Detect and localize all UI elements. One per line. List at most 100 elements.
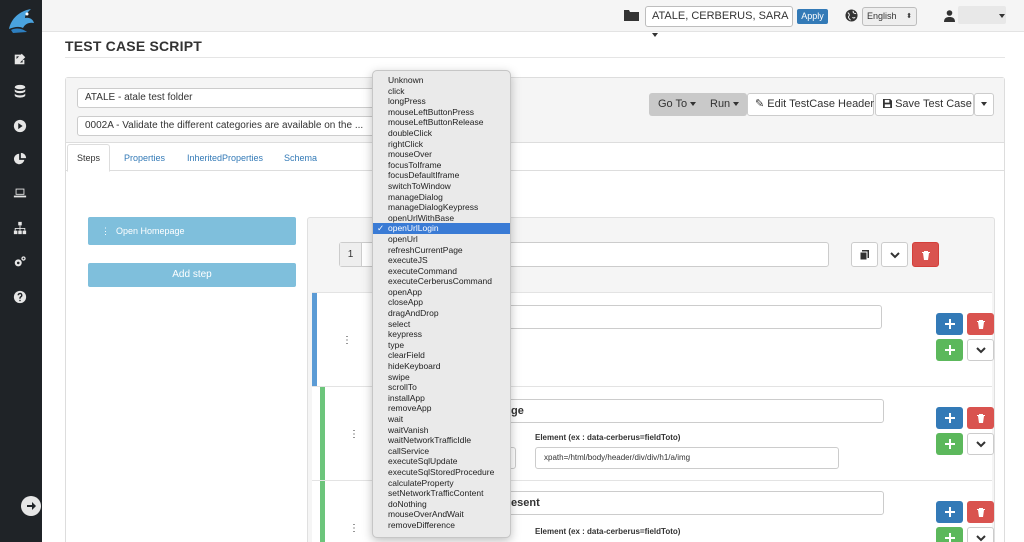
action-description-input[interactable]: ge [502, 399, 884, 423]
tab-properties[interactable]: Properties [124, 153, 165, 163]
action-type-dropdown[interactable]: Unknown click longPress mouseLeftButtonPres… [372, 70, 511, 538]
system-select[interactable]: ATALE, CERBERUS, SARA [645, 6, 793, 38]
add-action-button[interactable] [936, 527, 963, 542]
add-control-button[interactable] [936, 501, 963, 523]
action-option[interactable]: mouseOverAndWait [373, 509, 510, 520]
drag-handle-icon[interactable]: ⋮ [349, 523, 359, 534]
action-option[interactable]: installApp [373, 393, 510, 404]
delete-action-button[interactable] [967, 501, 994, 523]
action-option[interactable]: ✓ openUrlLogin [373, 223, 510, 234]
action-option[interactable]: openUrl [373, 234, 510, 245]
action-option[interactable]: hideKeyboard [373, 361, 510, 372]
action-option[interactable]: mouseLeftButtonRelease [373, 117, 510, 128]
expand-action-button[interactable] [967, 339, 994, 361]
action-option[interactable]: focusToIframe [373, 160, 510, 171]
action-option[interactable]: doNothing [373, 499, 510, 510]
testcase-select[interactable]: 0002A - Validate the different categorie… [77, 116, 375, 136]
edit-testcase-header-button[interactable]: ✎ Edit TestCase Header [747, 93, 874, 116]
action-option[interactable]: focusDefaultIframe [373, 170, 510, 181]
action-option[interactable]: mouseLeftButtonPress [373, 107, 510, 118]
expand-action-button[interactable] [967, 527, 994, 542]
action-description-input[interactable] [502, 305, 882, 329]
tab-steps[interactable]: Steps [67, 144, 111, 172]
action-option[interactable]: calculateProperty [373, 478, 510, 489]
action-option[interactable]: setNetworkTrafficContent [373, 488, 510, 499]
action-option[interactable]: waitVanish [373, 425, 510, 436]
action-option[interactable]: closeApp [373, 297, 510, 308]
apply-button[interactable]: Apply [797, 9, 828, 24]
trash-icon [976, 320, 985, 329]
sitemap-icon[interactable] [11, 219, 29, 237]
action-option[interactable]: rightClick [373, 139, 510, 150]
action-option[interactable]: manageDialogKeypress [373, 202, 510, 213]
action-option[interactable]: mouseOver [373, 149, 510, 160]
delete-action-button[interactable] [967, 313, 994, 335]
language-select[interactable]: English ⬍ [862, 7, 917, 26]
action-option[interactable]: swipe [373, 372, 510, 383]
delete-action-button[interactable] [967, 407, 994, 429]
action-option[interactable]: manageDialog [373, 192, 510, 203]
save-options-button[interactable] [974, 93, 994, 116]
add-step-button[interactable]: Add step [88, 263, 296, 287]
goto-button[interactable]: Go To [658, 93, 697, 116]
folder-select[interactable]: ATALE - atale test folder [77, 88, 375, 108]
action-option-label: openUrlLogin [388, 223, 439, 234]
action-option[interactable]: executeJS [373, 255, 510, 266]
save-test-case-button[interactable]: Save Test Case [875, 93, 974, 116]
help-icon[interactable] [11, 288, 29, 306]
element-input[interactable]: xpath=/html/body/header/div/div/h1/a/img [535, 447, 839, 469]
action-option[interactable]: waitNetworkTrafficIdle [373, 435, 510, 446]
add-action-button[interactable] [936, 433, 963, 455]
add-control-button[interactable] [936, 407, 963, 429]
drag-handle-icon[interactable]: ⋮ [342, 335, 352, 346]
action-option[interactable]: type [373, 340, 510, 351]
action-option[interactable]: executeSqlUpdate [373, 456, 510, 467]
action-option-label: hideKeyboard [388, 361, 441, 372]
copy-step-button[interactable] [851, 242, 878, 267]
run-button[interactable]: Run [710, 93, 740, 116]
action-option[interactable]: executeSqlStoredProcedure [373, 467, 510, 478]
action-option[interactable]: wait [373, 414, 510, 425]
action-option[interactable]: clearField [373, 350, 510, 361]
action-option[interactable]: openApp [373, 287, 510, 298]
action-option[interactable]: select [373, 319, 510, 330]
gears-icon[interactable] [11, 253, 29, 271]
chevron-down-icon [975, 347, 986, 354]
collapse-step-button[interactable] [881, 242, 908, 267]
drag-handle-icon[interactable]: ⋮ [349, 429, 359, 440]
add-action-button[interactable] [936, 339, 963, 361]
add-control-button[interactable] [936, 313, 963, 335]
drag-handle-icon[interactable]: ⋮ [101, 217, 110, 245]
action-option[interactable]: longPress [373, 96, 510, 107]
action-option[interactable]: doubleClick [373, 128, 510, 139]
arrow-right-icon[interactable] [21, 496, 41, 516]
action-option[interactable]: removeApp [373, 403, 510, 414]
action-option[interactable]: openUrlWithBase [373, 213, 510, 224]
user-icon[interactable] [944, 10, 955, 22]
action-option[interactable]: dragAndDrop [373, 308, 510, 319]
database-icon[interactable] [11, 82, 29, 100]
action-option[interactable]: scrollTo [373, 382, 510, 393]
tab-inherited-properties[interactable]: InheritedProperties [187, 153, 263, 163]
action-option[interactable]: removeDifference [373, 520, 510, 531]
action-description-input[interactable]: esent [502, 491, 884, 515]
pie-chart-icon[interactable] [11, 150, 29, 168]
tab-schema[interactable]: Schema [284, 153, 317, 163]
play-icon[interactable] [11, 117, 29, 135]
action-option[interactable]: refreshCurrentPage [373, 245, 510, 256]
action-option[interactable]: executeCerberusCommand [373, 276, 510, 287]
action-option[interactable]: executeCommand [373, 266, 510, 277]
laptop-icon[interactable] [11, 184, 29, 202]
action-option-label: keypress [388, 329, 423, 340]
step-list-item[interactable]: ⋮ Open Homepage [88, 217, 296, 245]
action-option[interactable]: click [373, 86, 510, 97]
delete-step-button[interactable] [912, 242, 939, 267]
action-option-label: executeCerberusCommand [388, 276, 492, 287]
action-option[interactable]: Unknown [373, 75, 510, 86]
action-option[interactable]: keypress [373, 329, 510, 340]
action-option[interactable]: switchToWindow [373, 181, 510, 192]
cerberus-logo-icon[interactable] [5, 5, 37, 35]
edit-icon[interactable] [11, 50, 29, 68]
action-option[interactable]: callService [373, 446, 510, 457]
expand-action-button[interactable] [967, 433, 994, 455]
